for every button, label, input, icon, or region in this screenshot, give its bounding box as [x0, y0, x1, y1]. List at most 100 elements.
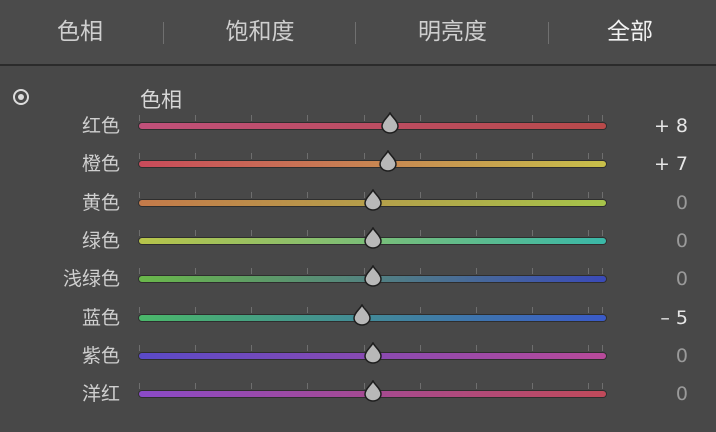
- slider-tick: [476, 153, 477, 159]
- target-adjust-icon[interactable]: [13, 89, 29, 105]
- slider-tick: [588, 192, 589, 198]
- slider-tick: [476, 307, 477, 313]
- slider-thumb[interactable]: [352, 304, 372, 326]
- slider-tick: [307, 383, 308, 389]
- slider-tick: [139, 153, 140, 159]
- slider-tick: [420, 192, 421, 198]
- slider-tick: [420, 383, 421, 389]
- slider-tick: [602, 383, 603, 389]
- slider-tick: [251, 153, 252, 159]
- slider-tick: [588, 230, 589, 236]
- slider-tick: [251, 115, 252, 121]
- tab-divider: [355, 22, 356, 44]
- slider-label: 洋红: [81, 383, 120, 405]
- slider-value[interactable]: + 8: [630, 114, 688, 138]
- slider-value[interactable]: 0: [630, 191, 688, 215]
- slider-tick: [307, 192, 308, 198]
- slider-label: 黄色: [81, 192, 120, 214]
- slider-tick: [588, 383, 589, 389]
- slider-tick: [476, 230, 477, 236]
- tab-divider: [548, 22, 549, 44]
- slider-tick: [420, 307, 421, 313]
- slider-tick: [602, 153, 603, 159]
- slider-tick: [476, 383, 477, 389]
- slider-tick: [476, 115, 477, 121]
- slider-tick: [195, 345, 196, 351]
- slider-tick: [307, 115, 308, 121]
- slider-tick: [251, 268, 252, 274]
- slider-tick: [195, 307, 196, 313]
- slider-value[interactable]: 0: [630, 267, 688, 291]
- slider-label: 橙色: [81, 153, 120, 175]
- slider-track[interactable]: [139, 315, 606, 321]
- tab-bar: 色相 饱和度 明亮度 全部: [0, 0, 716, 66]
- slider-tick: [307, 230, 308, 236]
- slider-tick: [307, 345, 308, 351]
- slider-tick: [251, 192, 252, 198]
- slider-tick: [588, 153, 589, 159]
- tab-hue[interactable]: 色相: [40, 16, 120, 48]
- slider-tick: [195, 153, 196, 159]
- slider-tick: [532, 268, 533, 274]
- slider-tick: [195, 192, 196, 198]
- tab-luminance[interactable]: 明亮度: [400, 16, 505, 48]
- slider-ticks: [139, 153, 606, 159]
- tab-divider: [163, 22, 164, 44]
- slider-label: 浅绿色: [62, 268, 120, 290]
- tab-saturation[interactable]: 饱和度: [210, 16, 310, 48]
- slider-ticks: [139, 115, 606, 121]
- slider-tick: [251, 230, 252, 236]
- slider-tick: [602, 230, 603, 236]
- slider-tick: [602, 192, 603, 198]
- slider-tick: [364, 115, 365, 121]
- slider-thumb[interactable]: [363, 380, 383, 402]
- slider-tick: [602, 345, 603, 351]
- slider-thumb[interactable]: [380, 112, 400, 134]
- slider-track[interactable]: [139, 161, 606, 167]
- slider-value[interactable]: 0: [630, 229, 688, 253]
- slider-value[interactable]: + 7: [630, 152, 688, 176]
- slider-tick: [251, 383, 252, 389]
- slider-thumb[interactable]: [363, 189, 383, 211]
- slider-tick: [420, 268, 421, 274]
- slider-tick: [420, 153, 421, 159]
- slider-tick: [251, 307, 252, 313]
- slider-tick: [588, 115, 589, 121]
- slider-tick: [476, 345, 477, 351]
- slider-label: 绿色: [81, 230, 120, 252]
- slider-tick: [532, 115, 533, 121]
- slider-thumb[interactable]: [363, 342, 383, 364]
- tab-all[interactable]: 全部: [590, 16, 670, 48]
- slider-thumb[interactable]: [378, 150, 398, 172]
- slider-tick: [139, 268, 140, 274]
- slider-tick: [588, 345, 589, 351]
- slider-tick: [476, 192, 477, 198]
- slider-tick: [139, 230, 140, 236]
- section-title: 色相: [140, 88, 182, 112]
- slider-tick: [139, 192, 140, 198]
- slider-tick: [139, 383, 140, 389]
- slider-label: 红色: [81, 115, 120, 137]
- slider-value[interactable]: 0: [630, 382, 688, 406]
- slider-tick: [420, 345, 421, 351]
- slider-tick: [195, 383, 196, 389]
- slider-tick: [195, 230, 196, 236]
- slider-tick: [195, 268, 196, 274]
- slider-tick: [139, 115, 140, 121]
- slider-label: 紫色: [81, 345, 120, 367]
- slider-tick: [195, 115, 196, 121]
- slider-thumb[interactable]: [363, 265, 383, 287]
- slider-tick: [532, 230, 533, 236]
- slider-track[interactable]: [139, 123, 606, 129]
- slider-value[interactable]: 0: [630, 344, 688, 368]
- slider-thumb[interactable]: [363, 227, 383, 249]
- slider-tick: [602, 307, 603, 313]
- slider-tick: [307, 307, 308, 313]
- slider-tick: [532, 345, 533, 351]
- slider-tick: [588, 268, 589, 274]
- slider-tick: [602, 115, 603, 121]
- slider-value[interactable]: – 5: [630, 306, 688, 330]
- slider-tick: [532, 153, 533, 159]
- slider-tick: [588, 307, 589, 313]
- slider-tick: [364, 153, 365, 159]
